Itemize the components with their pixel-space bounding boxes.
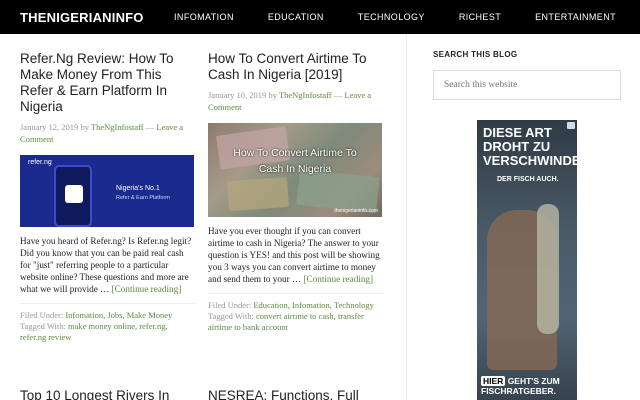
post-date: January 10, 2019 [208, 90, 267, 100]
post-card-refer-ng: Refer.Ng Review: How To Make Money From … [20, 51, 195, 343]
nav-item-education[interactable]: EDUCATION [268, 12, 324, 22]
tagged-with-label: Tagged With: [208, 311, 254, 321]
category-links[interactable]: Infomation, Jobs, Make Money [65, 310, 172, 320]
post-author-link[interactable]: TheNgInfostaff [91, 122, 144, 132]
nav-item-entertainment[interactable]: ENTERTAINMENT [535, 12, 616, 22]
post-thumbnail[interactable]: refer.ng Nigeria's No.1 Refer & Earn Pla… [20, 155, 194, 227]
post-excerpt: Have you heard of Refer.ng? Is Refer.ng … [20, 235, 195, 295]
post-title-nesrea[interactable]: NESREA: Functions, Full [208, 388, 359, 400]
post-footer: Filed Under: Infomation, Jobs, Make Mone… [20, 303, 195, 343]
post-meta: January 12, 2019 by TheNgInfostaff — Lea… [20, 121, 195, 145]
top-navigation-bar: THENIGERIANINFO INFOMATION EDUCATION TEC… [0, 0, 640, 34]
post-by: by [80, 122, 89, 132]
continue-reading-link[interactable]: [Continue reading] [303, 274, 373, 284]
filed-under-label: Filed Under: [208, 300, 252, 310]
post-title[interactable]: Refer.Ng Review: How To Make Money From … [20, 51, 195, 115]
phone-graphic [54, 165, 92, 227]
post-meta: January 10, 2019 by TheNgInfostaff — Lea… [208, 89, 383, 113]
post-date: January 12, 2019 [20, 122, 79, 132]
nav-item-technology[interactable]: TECHNOLOGY [358, 12, 425, 22]
category-links[interactable]: Education, Infomation, Technology [253, 300, 374, 310]
post-footer: Filed Under: Education, Infomation, Tech… [208, 293, 383, 333]
tagged-with-label: Tagged With: [20, 321, 66, 331]
post-excerpt: Have you ever thought if you can convert… [208, 225, 383, 285]
filed-under-label: Filed Under: [20, 310, 64, 320]
thumb-caption-line1: How To Convert Airtime To [233, 147, 357, 159]
main-nav: INFOMATION EDUCATION TECHNOLOGY RICHEST … [140, 0, 616, 34]
post-author-link[interactable]: TheNgInfostaff [279, 90, 332, 100]
thumb-tagline: Nigeria's No.1 [116, 185, 160, 192]
post-title-rivers[interactable]: Top 10 Longest Rivers In [20, 388, 169, 400]
banknote-graphic [296, 168, 380, 214]
search-input[interactable] [434, 71, 620, 99]
main-content: Refer.Ng Review: How To Make Money From … [0, 34, 406, 400]
ad-headline: DIESE ART DROHT ZU VERSCHWINDEN. [483, 125, 577, 168]
nav-item-infomation[interactable]: INFOMATION [174, 12, 234, 22]
meta-dash: — [333, 90, 343, 100]
meta-dash: — [145, 122, 155, 132]
thumb-watermark: thenigerianinfo.com [334, 208, 378, 214]
banknote-graphic [227, 176, 289, 212]
post-by: by [268, 90, 277, 100]
ad-subheadline: DER FISCH AUCH. [497, 176, 559, 183]
thumb-brand-text: refer.ng [28, 159, 52, 166]
ad-fish-image [537, 204, 559, 334]
sidebar: SEARCH THIS BLOG DIESE ART DROHT ZU VERS… [406, 34, 640, 400]
advertisement-banner[interactable]: DIESE ART DROHT ZU VERSCHWINDEN. DER FIS… [477, 120, 577, 400]
post-title[interactable]: How To Convert Airtime To Cash In Nigeri… [208, 51, 383, 83]
site-logo[interactable]: THENIGERIANINFO [20, 10, 144, 25]
ad-footer-tag: HIER [481, 376, 506, 386]
thumb-subtagline: Refer & Earn Platform [116, 195, 170, 201]
nav-item-richest[interactable]: RICHEST [459, 12, 501, 22]
continue-reading-link[interactable]: [Continue reading] [112, 284, 182, 294]
search-widget-title: SEARCH THIS BLOG [433, 50, 518, 59]
post-card-airtime: How To Convert Airtime To Cash In Nigeri… [208, 51, 383, 333]
ad-footer: HIER GEHT'S ZUM FISCHRATGEBER. [481, 376, 575, 396]
search-box[interactable] [433, 70, 621, 100]
post-thumbnail[interactable]: How To Convert Airtime To Cash In Nigeri… [208, 123, 382, 217]
thumb-caption-line2: Cash In Nigeria [258, 163, 332, 175]
